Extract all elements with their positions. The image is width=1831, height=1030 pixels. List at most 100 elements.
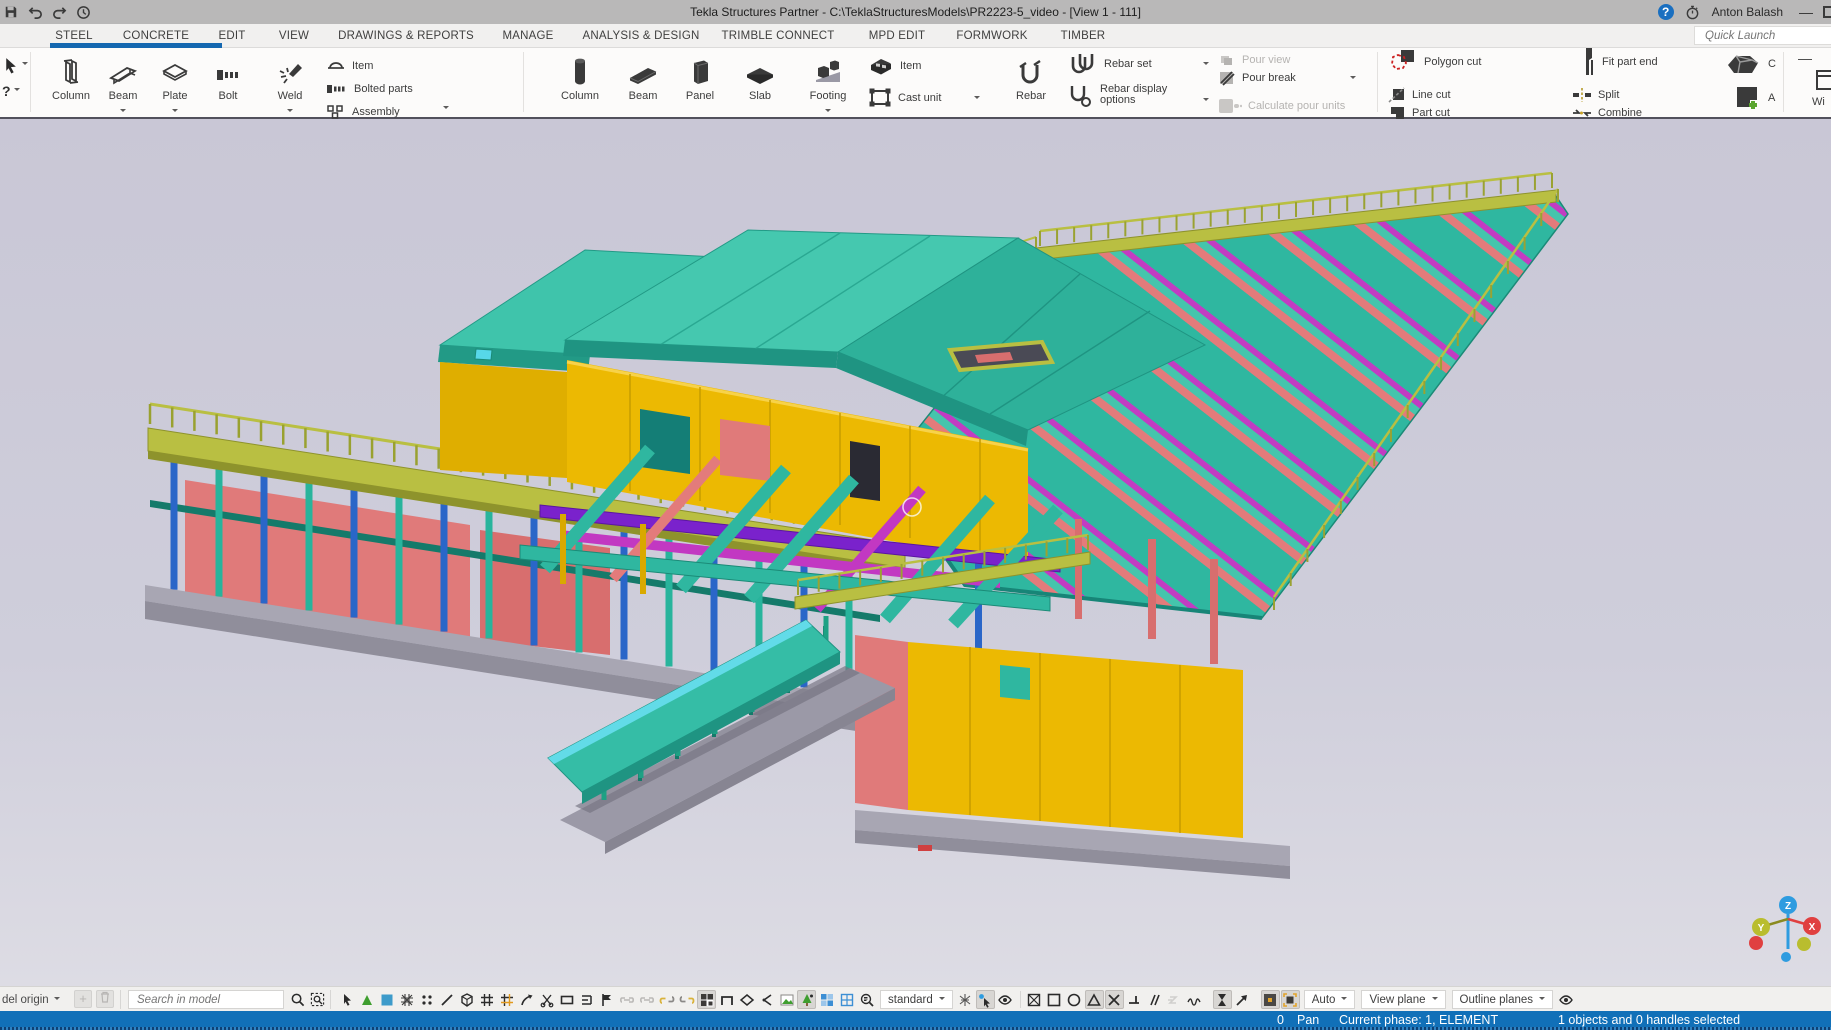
measure-arrow-icon[interactable] — [1233, 990, 1252, 1009]
snap-lines-icon[interactable] — [437, 990, 456, 1009]
tab-timber[interactable]: TIMBER — [1061, 24, 1106, 48]
snap-free-icon[interactable] — [517, 990, 536, 1009]
split-button[interactable]: Split — [1572, 85, 1619, 105]
concrete-beam-button[interactable]: Beam — [615, 52, 671, 102]
steel-beam-button[interactable]: Beam — [95, 52, 151, 121]
steel-bolted-parts-button[interactable]: Bolted parts — [326, 79, 413, 99]
chain-link-off-2-icon[interactable] — [637, 990, 656, 1009]
tab-drawings-reports[interactable]: DRAWINGS & REPORTS — [338, 24, 474, 48]
tab-edit[interactable]: EDIT — [219, 24, 246, 48]
select-tool-button[interactable] — [2, 52, 28, 78]
concrete-footing-button[interactable]: Footing — [800, 52, 856, 121]
snap-circle-icon[interactable] — [1065, 990, 1084, 1009]
steel-bolt-button[interactable]: Bolt — [200, 52, 256, 102]
tab-view[interactable]: VIEW — [279, 24, 309, 48]
help-icon[interactable]: ? — [1658, 4, 1674, 20]
snap-grid-icon[interactable] — [477, 990, 496, 1009]
render-components-icon[interactable] — [797, 990, 816, 1009]
inquire-tool-button[interactable]: ? — [2, 78, 28, 104]
snap-override-icon[interactable] — [956, 990, 975, 1009]
snap-endpoint-box-icon[interactable] — [1025, 990, 1044, 1009]
steel-beam-caret[interactable] — [120, 109, 126, 115]
cast-unit-button[interactable]: Cast unit — [868, 88, 941, 108]
rebar-set-button[interactable]: Rebar set — [1068, 54, 1152, 74]
clip-plane-icon[interactable] — [1261, 990, 1280, 1009]
snap-flag-icon[interactable] — [597, 990, 616, 1009]
search-icon[interactable] — [288, 990, 307, 1009]
add-part-button[interactable]: A — [1734, 88, 1775, 108]
line-cut-button[interactable]: Line cut — [1388, 85, 1451, 105]
snap-grid-intersections-icon[interactable] — [497, 990, 516, 1009]
snap-points-icon[interactable] — [417, 990, 436, 1009]
search-area-icon[interactable] — [308, 990, 327, 1009]
work-area-box-icon[interactable] — [1281, 990, 1300, 1009]
stopwatch-icon[interactable] — [1684, 3, 1702, 21]
rebar-button[interactable]: Rebar — [1003, 52, 1059, 102]
select-tool-caret[interactable] — [22, 62, 28, 68]
grid-blue-view-icon[interactable] — [817, 990, 836, 1009]
select-objects-icon[interactable] — [337, 990, 356, 1009]
snap-corner-icon[interactable] — [1125, 990, 1144, 1009]
snap-triangle-icon[interactable] — [1085, 990, 1104, 1009]
visibility-eye-2-icon[interactable] — [1556, 990, 1575, 1009]
snap-cross-icon[interactable] — [1105, 990, 1124, 1009]
outline-planes-dropdown[interactable]: Outline planes — [1452, 990, 1554, 1009]
render-image-icon[interactable] — [777, 990, 796, 1009]
minimize-window-icon[interactable]: — — [1799, 4, 1813, 20]
steel-item-button[interactable]: Item — [326, 56, 373, 76]
steel-column-button[interactable]: Column — [43, 52, 99, 102]
tab-trimble-connect[interactable]: TRIMBLE CONNECT — [722, 24, 835, 48]
rebar-display-options-caret[interactable] — [1203, 98, 1209, 104]
cast-unit-caret[interactable] — [974, 96, 980, 102]
steel-weld-caret[interactable] — [287, 109, 293, 115]
pour-break-caret[interactable] — [1350, 76, 1356, 82]
steel-plate-caret[interactable] — [172, 109, 178, 115]
steel-plate-button[interactable]: Plate — [147, 52, 203, 121]
steel-assembly-caret[interactable] — [443, 106, 449, 112]
snap-levels-icon[interactable] — [577, 990, 596, 1009]
gate-snap-icon[interactable] — [717, 990, 736, 1009]
smart-pointer-icon[interactable] — [976, 990, 995, 1009]
windows-icon[interactable] — [1816, 70, 1831, 97]
representation-dropdown[interactable]: standard — [880, 990, 953, 1009]
quick-launch-input[interactable] — [1694, 26, 1831, 45]
polygon-cut-button[interactable]: Polygon cut — [1388, 52, 1481, 72]
chamfer-button[interactable]: C — [1722, 54, 1776, 74]
xray-toggle-icon[interactable] — [1213, 990, 1232, 1009]
tab-manage[interactable]: MANAGE — [502, 24, 553, 48]
angle-snap-icon[interactable] — [757, 990, 776, 1009]
user-account[interactable]: Anton Balash — [1712, 5, 1783, 19]
grid-outline-view-icon[interactable] — [837, 990, 856, 1009]
search-in-model-input[interactable] — [128, 990, 284, 1009]
ortho-snap-a-icon[interactable] — [657, 990, 676, 1009]
fit-part-end-button[interactable]: Fit part end — [1582, 52, 1658, 72]
snap-solids-icon[interactable] — [457, 990, 476, 1009]
snap-reference-grid-icon[interactable] — [397, 990, 416, 1009]
inquire-tool-caret[interactable] — [14, 88, 20, 94]
tab-analysis-design[interactable]: ANALYSIS & DESIGN — [583, 24, 700, 48]
concrete-column-button[interactable]: Column — [552, 52, 608, 102]
select-area-icon[interactable] — [377, 990, 396, 1009]
concrete-item-button[interactable]: Item — [868, 56, 921, 76]
steel-weld-button[interactable]: Weld — [262, 52, 318, 121]
snap-box-icon[interactable] — [1045, 990, 1064, 1009]
select-components-icon[interactable] — [357, 990, 376, 1009]
maximize-window-icon[interactable] — [1823, 6, 1831, 18]
diamond-snap-icon[interactable] — [737, 990, 756, 1009]
pour-break-button[interactable]: Pour break — [1218, 68, 1296, 88]
dark-grid-toggle-icon[interactable] — [697, 990, 716, 1009]
rebar-set-caret[interactable] — [1203, 62, 1209, 68]
concrete-footing-caret[interactable] — [825, 109, 831, 115]
rebar-display-options-button[interactable]: Rebar display options — [1068, 85, 1186, 105]
snap-parallel-icon[interactable] — [1145, 990, 1164, 1009]
snap-rectangle-icon[interactable] — [557, 990, 576, 1009]
ortho-snap-b-icon[interactable] — [677, 990, 696, 1009]
model-view-canvas[interactable]: Z Y X — [0, 119, 1831, 986]
snap-curve-icon[interactable] — [1185, 990, 1204, 1009]
view-plane-dropdown[interactable]: View plane — [1361, 990, 1445, 1009]
zoom-selected-icon[interactable] — [857, 990, 876, 1009]
snap-cut-icon[interactable] — [537, 990, 556, 1009]
concrete-panel-button[interactable]: Panel — [672, 52, 728, 102]
tab-mpd-edit[interactable]: MPD EDIT — [869, 24, 926, 48]
tab-formwork[interactable]: FORMWORK — [956, 24, 1027, 48]
